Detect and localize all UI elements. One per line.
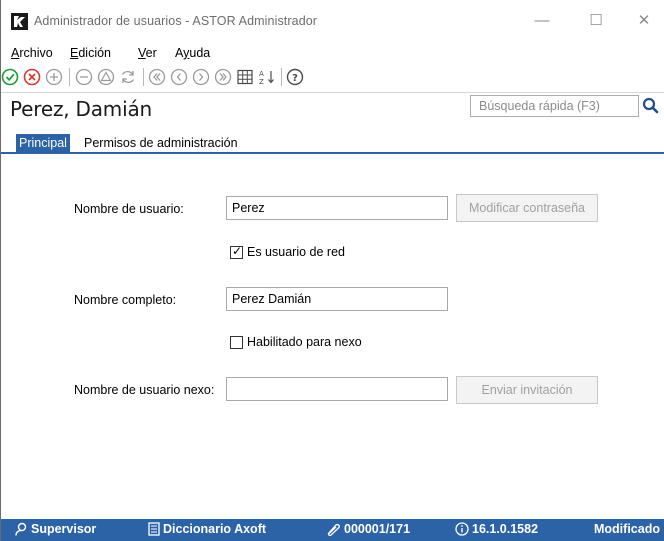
menu-archivo[interactable]: Archivo [11, 46, 53, 60]
menu-ver-label: er [145, 46, 157, 60]
app-window: Administrador de usuarios - ASTOR Admini… [0, 0, 664, 541]
tab-strip: Principal Permisos de administración [1, 133, 664, 154]
add-icon[interactable] [45, 67, 65, 87]
menu-bar: Archivo Edición Ver Ayuda [1, 44, 664, 64]
menu-ver-accel: V [138, 46, 146, 60]
minimize-button[interactable]: — [519, 8, 565, 36]
quick-search-input[interactable]: Búsqueda rápida (F3) [470, 95, 639, 117]
status-version: 16.1.0.1582 [455, 522, 538, 536]
grid-icon[interactable] [235, 67, 255, 87]
menu-edicion[interactable]: Edición [70, 46, 111, 60]
next-record-icon[interactable] [191, 67, 211, 87]
user-icon [15, 522, 27, 536]
search-icon[interactable] [641, 95, 661, 117]
attachment-icon [327, 523, 340, 536]
change-password-button[interactable]: Modificar contraseña [456, 194, 598, 222]
menu-archivo-label: rchivo [19, 46, 53, 60]
status-user-text: Supervisor [31, 522, 97, 536]
menu-ayuda[interactable]: Ayuda [175, 46, 210, 60]
menu-ayuda-lead: A [175, 46, 184, 60]
svg-text:A: A [259, 70, 264, 78]
dictionary-icon [148, 522, 160, 536]
help-icon[interactable]: ? [285, 67, 305, 87]
record-header: Perez, Damián Búsqueda rápida (F3) [1, 92, 664, 125]
cancel-icon[interactable] [23, 67, 43, 87]
nexo-username-input[interactable] [226, 377, 448, 401]
nexo-enabled-label[interactable]: Habilitado para nexo [247, 335, 362, 349]
send-invitation-button[interactable]: Enviar invitación [456, 376, 598, 404]
svg-text:?: ? [292, 73, 298, 84]
toolbar-separator [281, 68, 282, 86]
title-bar[interactable]: Administrador de usuarios - ASTOR Admini… [1, 0, 664, 42]
toolbar: A Z ? [1, 64, 664, 90]
status-user: Supervisor [15, 522, 96, 536]
window-title: Administrador de usuarios - ASTOR Admini… [34, 14, 318, 28]
full-name-label: Nombre completo: [74, 293, 177, 307]
nexo-username-label: Nombre de usuario nexo: [74, 383, 215, 397]
status-dictionary-text: Diccionario Axoft [163, 522, 267, 536]
status-state: Modificado [594, 522, 660, 536]
nexo-enabled-checkbox[interactable] [230, 336, 243, 349]
maximize-button[interactable]: ☐ [573, 8, 619, 36]
menu-ver[interactable]: Ver [138, 46, 157, 60]
last-record-icon[interactable] [213, 67, 233, 87]
network-user-label[interactable]: Es usuario de red [247, 245, 345, 259]
close-button[interactable]: ✕ [621, 8, 664, 36]
username-label: Nombre de usuario: [74, 202, 184, 216]
status-bar: Supervisor Diccionario Axoft 000001/171 … [1, 519, 664, 541]
network-user-checkbox[interactable]: ✓ [230, 244, 243, 259]
full-name-input[interactable]: Perez Damián [226, 287, 448, 311]
accept-icon[interactable] [1, 67, 21, 87]
info-icon [455, 522, 469, 536]
tab-principal[interactable]: Principal [16, 134, 70, 153]
status-dictionary: Diccionario Axoft [148, 522, 266, 536]
toolbar-separator [69, 68, 70, 86]
tab-permisos-administracion[interactable]: Permisos de administración [81, 134, 241, 153]
svg-text:Z: Z [259, 78, 264, 86]
status-version-text: 16.1.0.1582 [472, 522, 539, 536]
checkmark-icon: ✓ [232, 244, 243, 258]
previous-record-icon[interactable] [169, 67, 189, 87]
remove-icon[interactable] [74, 67, 94, 87]
menu-ayuda-label: uda [189, 46, 211, 60]
username-input[interactable]: Perez [226, 196, 448, 220]
sort-icon[interactable]: A Z [257, 67, 277, 87]
refresh-icon[interactable] [118, 67, 138, 87]
status-record: 000001/171 [325, 522, 410, 536]
quick-search-placeholder: Búsqueda rápida (F3) [479, 99, 600, 113]
delete-icon[interactable] [96, 67, 116, 87]
menu-edicion-label: dición [78, 46, 112, 60]
status-record-text: 000001/171 [344, 522, 411, 536]
record-title: Perez, Damián [10, 97, 152, 121]
astor-app-icon [11, 13, 28, 30]
toolbar-separator [143, 68, 144, 86]
first-record-icon[interactable] [147, 67, 167, 87]
